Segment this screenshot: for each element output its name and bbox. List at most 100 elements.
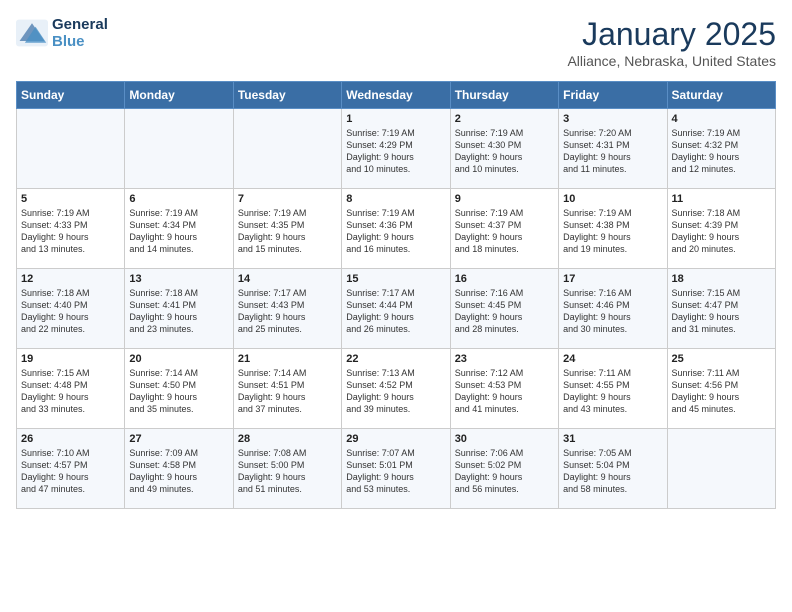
day-number: 26 <box>21 433 120 445</box>
day-number: 4 <box>672 113 771 125</box>
cell-info: Sunrise: 7:19 AM Sunset: 4:33 PM Dayligh… <box>21 207 120 256</box>
day-number: 7 <box>238 193 337 205</box>
calendar-cell <box>17 109 125 189</box>
calendar-cell <box>667 429 775 509</box>
calendar-cell: 17Sunrise: 7:16 AM Sunset: 4:46 PM Dayli… <box>559 269 667 349</box>
cell-info: Sunrise: 7:19 AM Sunset: 4:35 PM Dayligh… <box>238 207 337 256</box>
cell-info: Sunrise: 7:19 AM Sunset: 4:32 PM Dayligh… <box>672 127 771 176</box>
page-header: General Blue January 2025 Alliance, Nebr… <box>16 16 776 69</box>
calendar-cell: 10 Sunrise: 7:19 AM Sunset: 4:38 PM Dayli… <box>559 189 667 269</box>
cell-info: Sunrise: 7:19 AM Sunset: 4:29 PM Dayligh… <box>346 127 445 176</box>
day-number: 30 <box>455 433 554 445</box>
cell-info: Sunrise: 7:12 AM Sunset: 4:53 PM Dayligh… <box>455 367 554 416</box>
logo: General Blue <box>16 16 108 50</box>
cell-info: Sunrise: 7:08 AM Sunset: 5:00 PM Dayligh… <box>238 447 337 496</box>
day-number: 3 <box>563 113 662 125</box>
cell-info: Sunrise: 7:19 AM Sunset: 4:30 PM Dayligh… <box>455 127 554 176</box>
day-number: 31 <box>563 433 662 445</box>
calendar-cell: 27 Sunrise: 7:09 AM Sunset: 4:58 PM Dayli… <box>125 429 233 509</box>
cell-info: Sunrise: 7:20 AM Sunset: 4:31 PM Dayligh… <box>563 127 662 176</box>
day-number: 11 <box>672 193 771 205</box>
cell-info: Sunrise: 7:19 AM Sunset: 4:37 PM Dayligh… <box>455 207 554 256</box>
day-number: 27 <box>129 433 228 445</box>
day-number: 5 <box>21 193 120 205</box>
weekday-header-sunday: Sunday <box>17 82 125 109</box>
calendar-cell: 26Sunrise: 7:10 AM Sunset: 4:57 PM Dayli… <box>17 429 125 509</box>
cell-info: Sunrise: 7:15 AM Sunset: 4:47 PM Dayligh… <box>672 287 771 336</box>
day-number: 2 <box>455 113 554 125</box>
cell-info: Sunrise: 7:15 AM Sunset: 4:48 PM Dayligh… <box>21 367 120 416</box>
calendar-cell: 21 Sunrise: 7:14 AM Sunset: 4:51 PM Dayli… <box>233 349 341 429</box>
calendar-cell: 22Sunrise: 7:13 AM Sunset: 4:52 PM Dayli… <box>342 349 450 429</box>
logo-text: General Blue <box>52 16 108 50</box>
day-number: 12 <box>21 273 120 285</box>
calendar-cell: 25 Sunrise: 7:11 AM Sunset: 4:56 PM Dayli… <box>667 349 775 429</box>
calendar-cell: 1 Sunrise: 7:19 AM Sunset: 4:29 PM Daylig… <box>342 109 450 189</box>
cell-info: Sunrise: 7:18 AM Sunset: 4:39 PM Dayligh… <box>672 207 771 256</box>
day-number: 1 <box>346 113 445 125</box>
calendar-cell <box>233 109 341 189</box>
title-block: January 2025 Alliance, Nebraska, United … <box>567 16 776 69</box>
cell-info: Sunrise: 7:14 AM Sunset: 4:51 PM Dayligh… <box>238 367 337 416</box>
calendar-cell: 6 Sunrise: 7:19 AM Sunset: 4:34 PM Daylig… <box>125 189 233 269</box>
calendar-cell <box>125 109 233 189</box>
cell-info: Sunrise: 7:19 AM Sunset: 4:34 PM Dayligh… <box>129 207 228 256</box>
calendar-cell: 31Sunrise: 7:05 AM Sunset: 5:04 PM Dayli… <box>559 429 667 509</box>
location: Alliance, Nebraska, United States <box>567 53 776 69</box>
calendar-cell: 3 Sunrise: 7:20 AM Sunset: 4:31 PM Daylig… <box>559 109 667 189</box>
day-number: 13 <box>129 273 228 285</box>
calendar-cell: 5 Sunrise: 7:19 AM Sunset: 4:33 PM Daylig… <box>17 189 125 269</box>
calendar-cell: 9 Sunrise: 7:19 AM Sunset: 4:37 PM Daylig… <box>450 189 558 269</box>
calendar-cell: 11 Sunrise: 7:18 AM Sunset: 4:39 PM Dayli… <box>667 189 775 269</box>
calendar-cell: 14Sunrise: 7:17 AM Sunset: 4:43 PM Dayli… <box>233 269 341 349</box>
calendar-cell: 28 Sunrise: 7:08 AM Sunset: 5:00 PM Dayli… <box>233 429 341 509</box>
cell-info: Sunrise: 7:07 AM Sunset: 5:01 PM Dayligh… <box>346 447 445 496</box>
cell-info: Sunrise: 7:18 AM Sunset: 4:40 PM Dayligh… <box>21 287 120 336</box>
day-number: 19 <box>21 353 120 365</box>
calendar-cell: 20Sunrise: 7:14 AM Sunset: 4:50 PM Dayli… <box>125 349 233 429</box>
weekday-header-monday: Monday <box>125 82 233 109</box>
cell-info: Sunrise: 7:14 AM Sunset: 4:50 PM Dayligh… <box>129 367 228 416</box>
cell-info: Sunrise: 7:18 AM Sunset: 4:41 PM Dayligh… <box>129 287 228 336</box>
day-number: 14 <box>238 273 337 285</box>
cell-info: Sunrise: 7:16 AM Sunset: 4:45 PM Dayligh… <box>455 287 554 336</box>
weekday-header-saturday: Saturday <box>667 82 775 109</box>
day-number: 25 <box>672 353 771 365</box>
day-number: 23 <box>455 353 554 365</box>
calendar-cell: 29Sunrise: 7:07 AM Sunset: 5:01 PM Dayli… <box>342 429 450 509</box>
day-number: 8 <box>346 193 445 205</box>
cell-info: Sunrise: 7:16 AM Sunset: 4:46 PM Dayligh… <box>563 287 662 336</box>
day-number: 24 <box>563 353 662 365</box>
day-number: 9 <box>455 193 554 205</box>
weekday-header-friday: Friday <box>559 82 667 109</box>
calendar-cell: 12 Sunrise: 7:18 AM Sunset: 4:40 PM Dayli… <box>17 269 125 349</box>
day-number: 22 <box>346 353 445 365</box>
weekday-header-thursday: Thursday <box>450 82 558 109</box>
cell-info: Sunrise: 7:19 AM Sunset: 4:38 PM Dayligh… <box>563 207 662 256</box>
day-number: 16 <box>455 273 554 285</box>
calendar-cell: 16 Sunrise: 7:16 AM Sunset: 4:45 PM Dayli… <box>450 269 558 349</box>
calendar-cell: 4 Sunrise: 7:19 AM Sunset: 4:32 PM Daylig… <box>667 109 775 189</box>
month-title: January 2025 <box>567 16 776 53</box>
calendar-cell: 24Sunrise: 7:11 AM Sunset: 4:55 PM Dayli… <box>559 349 667 429</box>
cell-info: Sunrise: 7:09 AM Sunset: 4:58 PM Dayligh… <box>129 447 228 496</box>
calendar-cell: 7 Sunrise: 7:19 AM Sunset: 4:35 PM Daylig… <box>233 189 341 269</box>
cell-info: Sunrise: 7:11 AM Sunset: 4:56 PM Dayligh… <box>672 367 771 416</box>
calendar-cell: 13 Sunrise: 7:18 AM Sunset: 4:41 PM Dayli… <box>125 269 233 349</box>
calendar-table: SundayMondayTuesdayWednesdayThursdayFrid… <box>16 81 776 509</box>
cell-info: Sunrise: 7:19 AM Sunset: 4:36 PM Dayligh… <box>346 207 445 256</box>
calendar-cell: 30 Sunrise: 7:06 AM Sunset: 5:02 PM Dayli… <box>450 429 558 509</box>
cell-info: Sunrise: 7:06 AM Sunset: 5:02 PM Dayligh… <box>455 447 554 496</box>
day-number: 15 <box>346 273 445 285</box>
calendar-cell: 23 Sunrise: 7:12 AM Sunset: 4:53 PM Dayli… <box>450 349 558 429</box>
day-number: 18 <box>672 273 771 285</box>
day-number: 28 <box>238 433 337 445</box>
logo-icon <box>16 19 48 47</box>
day-number: 10 <box>563 193 662 205</box>
weekday-header-tuesday: Tuesday <box>233 82 341 109</box>
cell-info: Sunrise: 7:17 AM Sunset: 4:44 PM Dayligh… <box>346 287 445 336</box>
day-number: 21 <box>238 353 337 365</box>
weekday-header-wednesday: Wednesday <box>342 82 450 109</box>
day-number: 6 <box>129 193 228 205</box>
calendar-cell: 19 Sunrise: 7:15 AM Sunset: 4:48 PM Dayli… <box>17 349 125 429</box>
